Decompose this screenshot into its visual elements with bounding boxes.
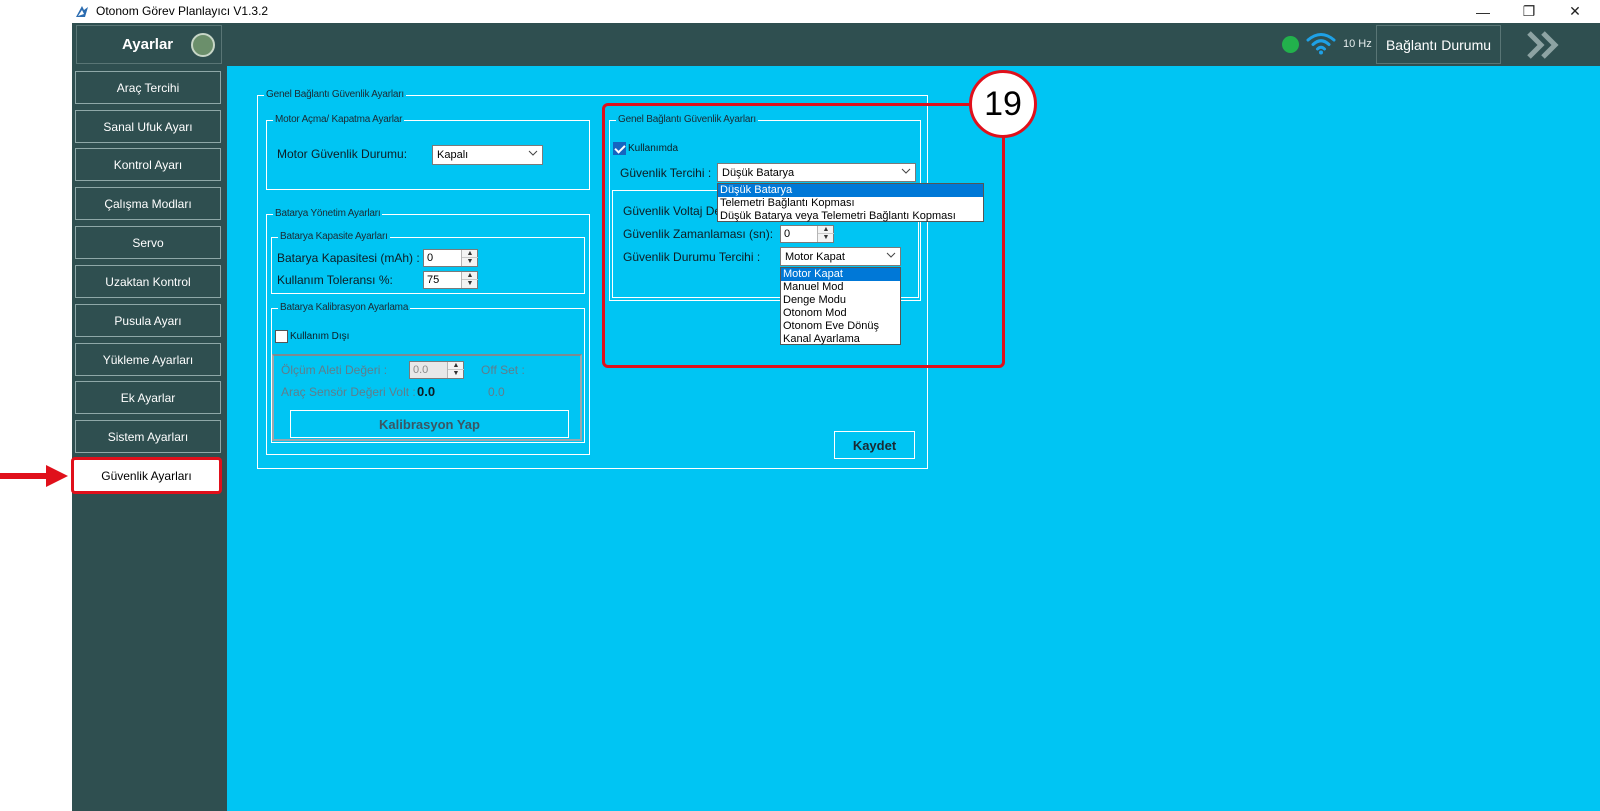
battery-capacity-legend: Batarya Kapasite Ayarları: [278, 231, 390, 242]
spinner-arrows[interactable]: ▲ ▼: [461, 272, 478, 288]
sidebar-item-arac-tercihi[interactable]: Araç Tercihi: [75, 71, 221, 104]
motor-safety-value: Kapalı: [437, 149, 469, 161]
battery-calibration-legend: Batarya Kalibrasyon Ayarlama: [278, 302, 411, 313]
offset-label: Off Set :: [481, 363, 525, 377]
battery-capacity-input[interactable]: 0 ▲ ▼: [423, 249, 478, 267]
maximize-button[interactable]: ❐: [1506, 0, 1552, 23]
annotation-arrow-icon: [0, 465, 68, 487]
measure-device-input: 0.0 ▲ ▼: [409, 361, 464, 379]
battery-group-legend: Batarya Yönetim Ayarları: [273, 208, 383, 219]
measure-device-label: Ölçüm Aleti Değeri :: [281, 363, 388, 377]
usage-tolerance-input[interactable]: 75 ▲ ▼: [423, 271, 478, 289]
sidebar-item-servo[interactable]: Servo: [75, 226, 221, 259]
close-button[interactable]: ✕: [1552, 0, 1598, 23]
sensor-voltage-label: Araç Sensör Değeri Volt :: [281, 385, 416, 399]
sidebar-item-guvenlik[interactable]: Güvenlik Ayarları: [71, 457, 222, 494]
sidebar-item-calisma-modlari[interactable]: Çalışma Modları: [75, 187, 221, 220]
spinner-arrows[interactable]: ▲ ▼: [461, 250, 478, 266]
title-bar: Otonom Görev Planlayıcı V1.3.2 — ❐ ✕: [0, 0, 1600, 23]
annotation-badge: 19: [969, 70, 1037, 138]
calibrate-button[interactable]: Kalibrasyon Yap: [290, 410, 569, 438]
motor-safety-select[interactable]: Kapalı: [432, 145, 543, 165]
annotation-highlight-box: [602, 103, 1005, 368]
sidebar-item-ek-ayarlar[interactable]: Ek Ayarlar: [75, 381, 221, 414]
battery-capacity-value: 0: [427, 252, 434, 264]
motor-safety-label: Motor Güvenlik Durumu:: [277, 147, 408, 161]
sensor-voltage-value: 0.0: [417, 384, 436, 399]
double-chevron-right-icon[interactable]: [1526, 30, 1562, 60]
offset-value: 0.0: [488, 385, 505, 399]
app-logo-icon: [76, 6, 88, 17]
out-of-use-checkbox[interactable]: [275, 330, 288, 343]
battery-capacity-label: Batarya Kapasitesi (mAh) :: [277, 251, 420, 265]
chevron-down-icon: [528, 150, 538, 156]
save-button[interactable]: Kaydet: [834, 431, 915, 459]
connection-status-dot: [1282, 36, 1299, 53]
measure-device-value: 0.0: [413, 364, 429, 376]
brand-logo-icon: [191, 33, 215, 57]
minimize-button[interactable]: —: [1460, 0, 1506, 23]
outer-group-legend: Genel Bağlantı Güvenlik Ayarları: [264, 89, 406, 100]
sidebar-item-sistem[interactable]: Sistem Ayarları: [75, 420, 221, 453]
sidebar-item-pusula[interactable]: Pusula Ayarı: [75, 304, 221, 337]
out-of-use-label: Kullanım Dışı: [290, 331, 350, 342]
header-title: Ayarlar: [122, 36, 174, 53]
motor-group-legend: Motor Açma/ Kapatma Ayarlar: [273, 114, 405, 125]
update-rate-label: 10 Hz: [1343, 38, 1372, 50]
sidebar-item-yukleme[interactable]: Yükleme Ayarları: [75, 343, 221, 376]
window-title: Otonom Görev Planlayıcı V1.3.2: [96, 4, 269, 18]
spinner-arrows: ▲ ▼: [447, 362, 464, 378]
connection-status-button[interactable]: Bağlantı Durumu: [1376, 25, 1501, 64]
usage-tolerance-label: Kullanım Toleransı %:: [277, 273, 393, 287]
sidebar-item-sanal-ufuk[interactable]: Sanal Ufuk Ayarı: [75, 110, 221, 143]
sidebar-item-uzaktan-kontrol[interactable]: Uzaktan Kontrol: [75, 265, 221, 298]
sidebar-item-kontrol[interactable]: Kontrol Ayarı: [75, 148, 221, 181]
usage-tolerance-value: 75: [427, 274, 440, 286]
wifi-icon: [1306, 33, 1336, 55]
